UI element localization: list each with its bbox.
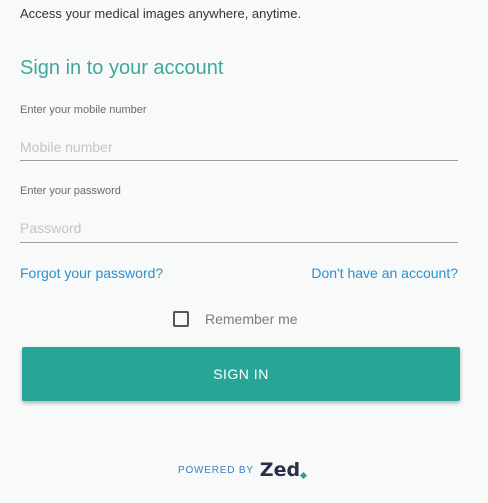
tagline: Access your medical images anywhere, any… [20,6,302,21]
remember-me-checkbox[interactable] [173,311,189,327]
brand-dot-icon [300,471,308,480]
zed-logo-text: Zed [259,459,301,481]
mobile-number-input[interactable] [20,133,458,161]
zed-logo: Zed [259,459,308,481]
remember-me-toggle[interactable]: Remember me [173,311,298,327]
mobile-number-label: Enter your mobile number [20,104,147,116]
powered-by-label: POWERED BY [178,465,254,476]
forgot-password-link[interactable]: Forgot your password? [20,265,163,281]
remember-me-label: Remember me [205,311,298,327]
signup-link[interactable]: Don't have an account? [311,265,458,281]
password-input[interactable] [20,214,458,243]
powered-by-footer: POWERED BY Zed [178,459,308,481]
page-title: Sign in to your account [20,57,224,79]
password-label: Enter your password [20,185,121,197]
sign-in-button[interactable]: SIGN IN [22,347,460,401]
